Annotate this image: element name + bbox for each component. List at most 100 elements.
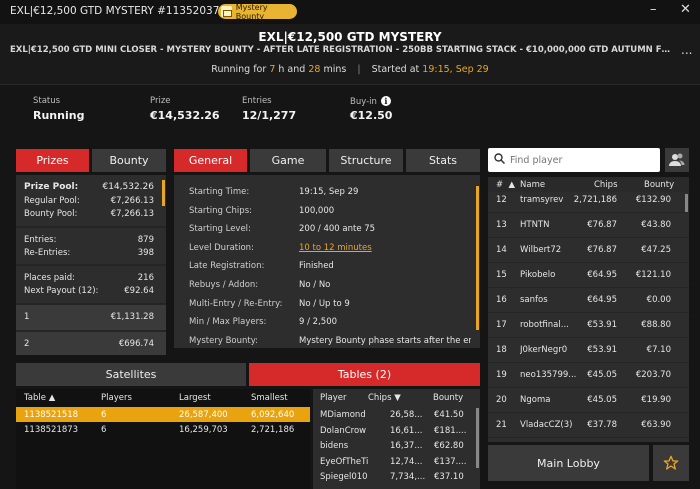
- player-row[interactable]: 14 Wilbert72 €76.87 €47.25: [488, 238, 689, 263]
- general-panel-clip: [174, 348, 480, 355]
- player-name: neo135799...: [520, 370, 576, 380]
- running-hours-unit: h and: [278, 64, 306, 75]
- places-paid-label: Places paid:: [24, 273, 75, 283]
- prize-label: Prize: [150, 96, 171, 106]
- sort-down-icon: ▼: [394, 393, 401, 403]
- player-name: Ngoma: [520, 395, 551, 405]
- player-row[interactable]: 16 sanfos €64.95 €0.00: [488, 288, 689, 313]
- prize-pool-label: Prize Pool:: [24, 182, 79, 192]
- table-smallest: 2,721,186: [251, 425, 295, 435]
- tab-general[interactable]: General: [174, 149, 247, 172]
- player-chips: €53.91: [587, 345, 617, 355]
- col-largest-header[interactable]: Largest: [179, 393, 211, 403]
- buyin-label-wrap: Buy-in i: [350, 96, 391, 107]
- player-name: HTNTN: [520, 220, 550, 230]
- general-label: Starting Level:: [189, 224, 251, 235]
- more-options-button[interactable]: ...: [681, 43, 692, 57]
- players-scrollbar[interactable]: [685, 194, 688, 212]
- general-label: Starting Time:: [189, 187, 250, 197]
- table-player-name[interactable]: Spiegel010: [320, 472, 368, 482]
- bounty-pool-label: Bounty Pool:: [24, 209, 78, 219]
- info-icon[interactable]: i: [380, 96, 391, 106]
- mystery-bounty-badge: Mystery Bounty: [218, 3, 297, 21]
- table-players-scrollbar[interactable]: [476, 408, 479, 468]
- player-chips: €64.95: [587, 295, 617, 305]
- table-player-chips: 7,734,...: [390, 472, 426, 482]
- tab-stats[interactable]: Stats: [406, 149, 480, 172]
- player-row[interactable]: 18 J0kerNegr0 €53.91 €7.10: [488, 338, 689, 363]
- col-table-header[interactable]: Table ▲: [24, 393, 55, 403]
- player-bounty: €47.25: [641, 245, 671, 255]
- table-players: 6: [101, 410, 107, 420]
- regular-pool-label: Regular Pool:: [24, 196, 80, 206]
- tables-list: [16, 389, 310, 489]
- general-label: Level Duration:: [189, 242, 254, 253]
- player-rank: 14: [496, 245, 507, 255]
- player-name: Pikobelo: [520, 270, 556, 280]
- player-row[interactable]: 12 tramsyrev 2,721,186 €132.90: [488, 188, 689, 213]
- prize-value: €14,532.26: [150, 109, 220, 122]
- player-row[interactable]: 21 VladacCZ(3) €37.78 €63.90: [488, 413, 689, 438]
- tab-tables[interactable]: Tables (2): [249, 363, 480, 386]
- entries-section: [16, 228, 166, 264]
- window-title: EXL|€12,500 GTD MYSTERY #1135203720: [10, 5, 233, 17]
- buyin-label: Buy-in: [350, 97, 377, 107]
- next-payout-value: €92.64: [124, 286, 154, 296]
- tab-game[interactable]: Game: [250, 149, 326, 172]
- player-chips: €45.05: [587, 395, 617, 405]
- player-rank: 12: [496, 195, 507, 205]
- tab-prizes[interactable]: Prizes: [16, 149, 89, 172]
- status-label: Status: [33, 96, 61, 106]
- main-lobby-button[interactable]: Main Lobby: [488, 445, 649, 481]
- tab-bounty[interactable]: Bounty: [92, 149, 166, 172]
- player-name: sanfos: [520, 295, 548, 305]
- tab-structure[interactable]: Structure: [329, 149, 403, 172]
- regular-pool-value: €7,266.13: [110, 196, 154, 206]
- search-icon: [494, 153, 506, 165]
- close-button[interactable]: ✕: [680, 2, 691, 17]
- prize-pool-value: €14,532.26: [102, 182, 154, 192]
- prizes-scrollbar[interactable]: [162, 180, 165, 206]
- col-smallest-header[interactable]: Smallest: [251, 393, 288, 403]
- entries-count-value: 879: [137, 235, 154, 245]
- player-bounty: €203.70: [635, 370, 671, 380]
- col-table-label: Table: [24, 393, 46, 403]
- player-row[interactable]: 19 neo135799... €45.05 €203.70: [488, 363, 689, 388]
- level-duration-link[interactable]: 10 to 12 minutes: [299, 243, 372, 253]
- started-label: Started at: [371, 64, 420, 75]
- favorite-button[interactable]: [653, 445, 689, 481]
- find-player-input[interactable]: [510, 151, 654, 169]
- player-row[interactable]: 15 Pikobelo €64.95 €121.10: [488, 263, 689, 288]
- table-player-chips: 12,74...: [390, 456, 423, 467]
- table-player-name[interactable]: MDiamond: [320, 410, 366, 420]
- player-row[interactable]: 13 HTNTN €76.87 €43.80: [488, 213, 689, 238]
- general-label: Starting Chips:: [189, 205, 252, 216]
- table-player-name[interactable]: bidens: [320, 441, 348, 451]
- general-label: Rebuys / Addon:: [189, 280, 259, 290]
- col-bounty-header[interactable]: Bounty: [433, 393, 463, 403]
- table-player-name[interactable]: EyeOfTheTiger...: [320, 457, 368, 467]
- player-chips: €76.87: [587, 220, 617, 230]
- col-chips-label: Chips: [368, 393, 392, 403]
- table-largest: 16,259,703: [179, 425, 228, 435]
- player-name: VladacCZ(3): [520, 420, 573, 430]
- player-chips: €37.78: [587, 420, 617, 430]
- general-value: No / No: [299, 280, 331, 290]
- player-rank: 20: [496, 395, 507, 405]
- table-id[interactable]: 1138521873: [24, 425, 78, 435]
- col-players-header[interactable]: Players: [101, 393, 132, 403]
- player-chips: €76.87: [587, 245, 617, 255]
- player-row[interactable]: 17 robotfinal... €53.91 €88.80: [488, 313, 689, 338]
- player-row[interactable]: 20 Ngoma €45.05 €19.90: [488, 388, 689, 413]
- table-id[interactable]: 1138521518: [24, 410, 78, 420]
- minimize-button[interactable]: –: [650, 2, 657, 17]
- bounty-pool-value: €7,266.13: [110, 209, 154, 219]
- player-list-button[interactable]: [665, 148, 689, 172]
- col-chips-header[interactable]: Chips ▼: [368, 393, 401, 403]
- col-player-header[interactable]: Player: [320, 393, 346, 403]
- player-name: J0kerNegr0: [520, 345, 568, 355]
- general-scrollbar[interactable]: [476, 186, 479, 330]
- reentries-label: Re-Entries:: [24, 248, 71, 258]
- tab-satellites[interactable]: Satellites: [16, 363, 246, 386]
- table-player-name[interactable]: DolanCrow: [320, 426, 366, 436]
